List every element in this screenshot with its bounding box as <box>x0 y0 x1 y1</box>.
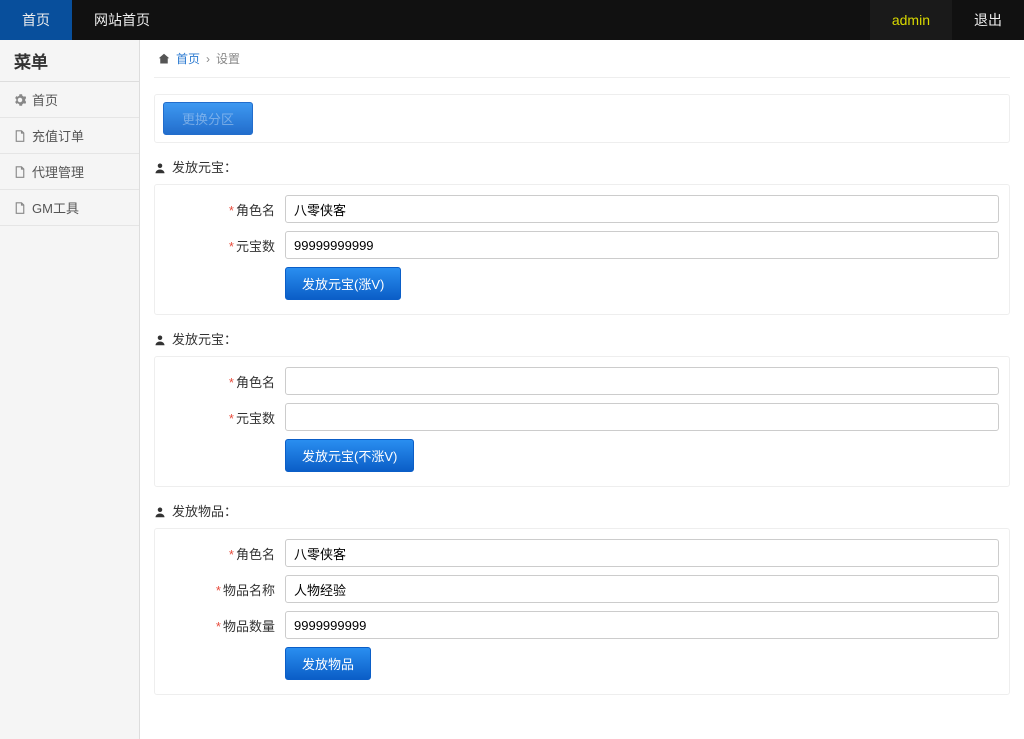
file-icon <box>14 129 26 143</box>
form-title-item: 发放物品： <box>154 501 1010 520</box>
topbar-nav: 首页 网站首页 <box>0 0 870 40</box>
sidebar-item-label: 代理管理 <box>32 162 84 181</box>
input-yuanbao[interactable] <box>285 231 999 259</box>
nav-home[interactable]: 首页 <box>0 0 72 40</box>
sidebar-title: 菜单 <box>0 40 139 82</box>
sidebar-item-gm[interactable]: GM工具 <box>0 190 139 226</box>
file-icon <box>14 165 26 179</box>
submit-yuanbao-nov[interactable]: 发放元宝(不涨V) <box>285 439 414 472</box>
form-item: *角色名 *物品名称 *物品数量 发放物品 <box>154 528 1010 695</box>
label-role: *角色名 <box>165 200 285 219</box>
label-item-name: *物品名称 <box>165 580 285 599</box>
user-menu[interactable]: admin <box>870 0 952 40</box>
sidebar-item-label: GM工具 <box>32 198 79 217</box>
input-role-3[interactable] <box>285 539 999 567</box>
breadcrumb-home[interactable]: 首页 <box>176 50 200 67</box>
user-icon <box>154 331 166 346</box>
input-role-2[interactable] <box>285 367 999 395</box>
submit-yuanbao-v[interactable]: 发放元宝(涨V) <box>285 267 401 300</box>
breadcrumb-sep: › <box>206 52 210 66</box>
sidebar-item-agent[interactable]: 代理管理 <box>0 154 139 190</box>
container: 菜单 首页 充值订单 代理管理 GM工具 <box>0 40 1024 739</box>
label-yuanbao: *元宝数 <box>165 408 285 427</box>
form-yuanbao1: *角色名 *元宝数 发放元宝(涨V) <box>154 184 1010 315</box>
label-item-qty: *物品数量 <box>165 616 285 635</box>
file-icon <box>14 201 26 215</box>
input-role[interactable] <box>285 195 999 223</box>
user-icon <box>154 503 166 518</box>
submit-item[interactable]: 发放物品 <box>285 647 371 680</box>
form-yuanbao2: *角色名 *元宝数 发放元宝(不涨V) <box>154 356 1010 487</box>
logout-button[interactable]: 退出 <box>952 0 1024 40</box>
label-role: *角色名 <box>165 544 285 563</box>
sidebar-item-label: 首页 <box>32 90 58 109</box>
label-role: *角色名 <box>165 372 285 391</box>
form-title-yuanbao2: 发放元宝： <box>154 329 1010 348</box>
sidebar-item-home[interactable]: 首页 <box>0 82 139 118</box>
breadcrumb-current: 设置 <box>216 50 240 67</box>
user-icon <box>154 159 166 174</box>
topbar: 首页 网站首页 admin 退出 <box>0 0 1024 40</box>
input-yuanbao-2[interactable] <box>285 403 999 431</box>
sidebar-item-recharge[interactable]: 充值订单 <box>0 118 139 154</box>
home-icon <box>158 52 170 66</box>
form-title-yuanbao1: 发放元宝： <box>154 157 1010 176</box>
label-yuanbao: *元宝数 <box>165 236 285 255</box>
main: 首页 › 设置 更换分区 发放元宝： *角色名 *元宝数 发放元宝(涨V) <box>140 40 1024 739</box>
input-item-name[interactable] <box>285 575 999 603</box>
sidebar-item-label: 充值订单 <box>32 126 84 145</box>
change-zone-button[interactable]: 更换分区 <box>163 102 253 135</box>
sidebar: 菜单 首页 充值订单 代理管理 GM工具 <box>0 40 140 739</box>
input-item-qty[interactable] <box>285 611 999 639</box>
nav-site-home[interactable]: 网站首页 <box>72 0 172 40</box>
breadcrumb: 首页 › 设置 <box>154 40 1010 78</box>
topbar-right: admin 退出 <box>870 0 1024 40</box>
section-btn-bar: 更换分区 <box>154 94 1010 143</box>
gear-icon <box>14 93 26 107</box>
